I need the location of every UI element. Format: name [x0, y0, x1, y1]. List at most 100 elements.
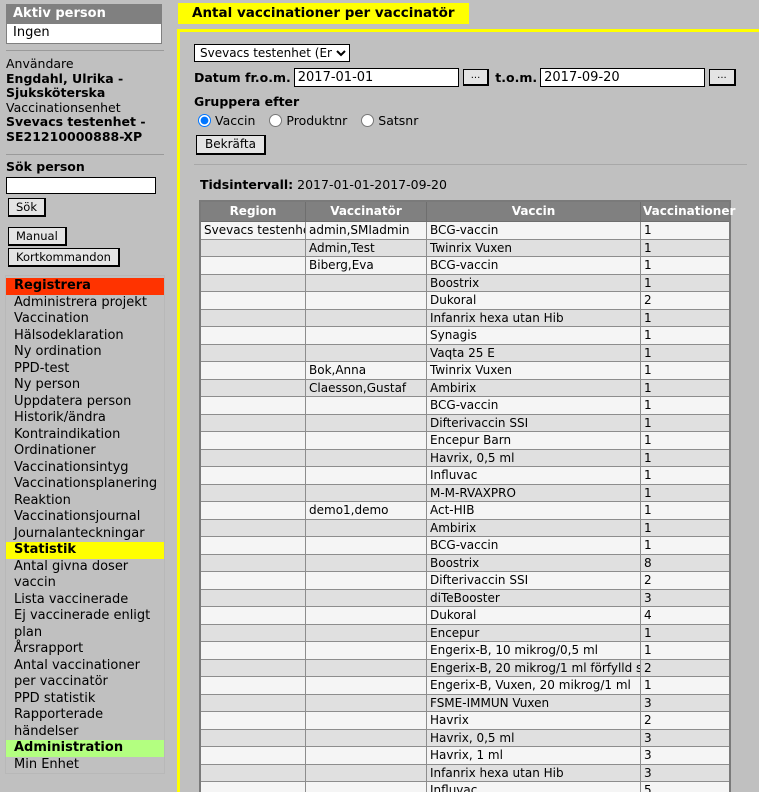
cell-vaccine: Havrix, 0,5 ml	[426, 728, 641, 747]
sidebar-item-vaccinationsplanering[interactable]: Vaccinationsplanering	[6, 476, 164, 493]
sidebar-item-statistik[interactable]: Statistik	[6, 542, 164, 559]
cell-vaccinations: 3	[640, 746, 731, 765]
cell-vaccine: Difterivaccin SSI	[426, 413, 641, 432]
sidebar-item-ordinationer[interactable]: Ordinationer	[6, 443, 164, 460]
sidebar-item-lista-vaccinerade[interactable]: Lista vaccinerade	[6, 592, 164, 609]
cell-vaccine: Infanrix hexa utan Hib	[426, 763, 641, 782]
table-row: Engerix-B, Vuxen, 20 mikrog/1 ml 1	[199, 676, 731, 695]
cell-vaccinator: Bok,Anna	[305, 361, 427, 380]
sidebar-item-hälsodeklaration[interactable]: Hälsodeklaration	[6, 328, 164, 345]
table-header-row: Region Vaccinatör Vaccin Vaccinationer	[199, 200, 735, 222]
sidebar-item-antal-vaccinationer-per-vaccinatör[interactable]: Antal vaccinationer per vaccinatör	[6, 658, 164, 691]
cell-vaccinations: 1	[640, 273, 731, 292]
sidebar-item-vaccinationsjournal[interactable]: Vaccinationsjournal	[6, 509, 164, 526]
cell-region	[199, 658, 306, 677]
cell-vaccinations: 3	[640, 728, 731, 747]
date-from-input[interactable]	[293, 68, 459, 87]
sidebar-item-uppdatera-person[interactable]: Uppdatera person	[6, 394, 164, 411]
group-by-label-vaccin[interactable]: Vaccin	[215, 113, 255, 128]
cell-vaccine: Boostrix	[426, 553, 641, 572]
cell-vaccinator	[305, 431, 427, 450]
cell-vaccinations: 5	[640, 781, 731, 792]
date-to-input[interactable]	[540, 68, 706, 87]
sidebar-item-ny-person[interactable]: Ny person	[6, 377, 164, 394]
column-header-vaccinator[interactable]: Vaccinatör	[305, 200, 427, 222]
cell-vaccinations: 1	[640, 396, 731, 415]
sidebar-item-vaccination[interactable]: Vaccination	[6, 311, 164, 328]
sidebar-item-rapporterade-händelser[interactable]: Rapporterade händelser	[6, 707, 164, 740]
submit-button[interactable]: Bekräfta	[196, 135, 266, 155]
cell-vaccinations: 1	[640, 256, 731, 275]
cell-region	[199, 693, 306, 712]
cell-region	[199, 466, 306, 485]
date-to-picker-button[interactable]: ...	[709, 69, 736, 86]
sidebar-item-min-enhet[interactable]: Min Enhet	[6, 757, 164, 774]
cell-vaccinator: Admin,Test	[305, 238, 427, 257]
cell-vaccinator	[305, 693, 427, 712]
app-window: Aktiv person Ingen Användare Engdahl, Ul…	[0, 0, 759, 792]
cell-vaccine: Twinrix Vuxen	[426, 238, 641, 257]
cell-region	[199, 641, 306, 660]
group-by-radio-satsnr[interactable]	[361, 114, 375, 127]
cell-vaccinations: 1	[640, 361, 731, 380]
unit-select[interactable]: Svevacs testenhet (Enhet)	[194, 44, 350, 62]
cell-region	[199, 361, 306, 380]
group-by-label: Gruppera efter	[194, 94, 300, 109]
sidebar-item-historik-ändra[interactable]: Historik/ändra	[6, 410, 164, 427]
table-row: Havrix, 1 ml 3	[199, 746, 731, 765]
sidebar-item-kontraindikation[interactable]: Kontraindikation	[6, 427, 164, 444]
sidebar-item-administrera-projekt[interactable]: Administrera projekt	[6, 295, 164, 312]
cell-vaccine: Havrix, 1 ml	[426, 746, 641, 765]
cell-vaccinations: 1	[640, 431, 731, 450]
sidebar: Aktiv person Ingen Användare Engdahl, Ul…	[0, 0, 170, 792]
cell-vaccinations: 1	[640, 536, 731, 555]
group-by-label-produktnr[interactable]: Produktnr	[286, 113, 347, 128]
cell-region	[199, 431, 306, 450]
cell-vaccinations: 1	[640, 326, 731, 345]
sidebar-item-journalanteckningar[interactable]: Journalanteckningar	[6, 526, 164, 543]
sidebar-item-registrera[interactable]: Registrera	[6, 278, 164, 295]
group-by-radio-vaccin[interactable]	[198, 114, 211, 127]
cell-vaccinator	[305, 291, 427, 310]
column-header-vaccine[interactable]: Vaccin	[426, 200, 641, 222]
divider	[6, 154, 164, 155]
cell-region	[199, 588, 306, 607]
shortcuts-button[interactable]: Kortkommandon	[8, 248, 120, 267]
search-button[interactable]: Sök	[8, 198, 46, 217]
table-row: Influvac 1	[199, 466, 731, 485]
manual-button[interactable]: Manual	[8, 227, 67, 246]
cell-vaccinator: demo1,demo	[305, 501, 427, 520]
cell-vaccinations: 1	[640, 623, 731, 642]
group-by-label-satsnr[interactable]: Satsnr	[378, 113, 418, 128]
column-header-vaccinations[interactable]: Vaccinationer	[640, 200, 735, 222]
sidebar-item-ny-ordination[interactable]: Ny ordination	[6, 344, 164, 361]
sidebar-item-ppd-test[interactable]: PPD-test	[6, 361, 164, 378]
cell-vaccinations: 1	[640, 501, 731, 520]
sidebar-item-årsrapport[interactable]: Årsrapport	[6, 641, 164, 658]
sidebar-item-ppd-statistik[interactable]: PPD statistik	[6, 691, 164, 708]
active-person-value: Ingen	[7, 23, 161, 43]
column-header-region[interactable]: Region	[199, 200, 306, 222]
table-row: Havrix 2	[199, 711, 731, 730]
cell-region	[199, 256, 306, 275]
sidebar-item-ej-vaccinerade-enligt-plan[interactable]: Ej vaccinerade enligt plan	[6, 608, 164, 641]
date-from-label: Datum fr.o.m.	[194, 70, 291, 85]
cell-vaccinations: 1	[640, 676, 731, 695]
cell-region	[199, 781, 306, 792]
cell-vaccinator	[305, 343, 427, 362]
cell-vaccinator	[305, 781, 427, 792]
group-by-radio-produktnr[interactable]	[269, 114, 283, 127]
time-interval: Tidsintervall: 2017-01-01-2017-09-20	[200, 177, 759, 192]
cell-region	[199, 326, 306, 345]
cell-region	[199, 483, 306, 502]
sidebar-item-reaktion[interactable]: Reaktion	[6, 493, 164, 510]
sidebar-item-administration[interactable]: Administration	[6, 740, 164, 757]
date-from-picker-button[interactable]: ...	[462, 69, 490, 86]
sidebar-item-antal-givna-doser-vaccin[interactable]: Antal givna doser vaccin	[6, 559, 164, 592]
cell-vaccine: Engerix-B, 20 mikrog/1 ml förfylld sprut…	[426, 658, 641, 677]
sidebar-item-vaccinationsintyg[interactable]: Vaccinationsintyg	[6, 460, 164, 477]
table-row: Admin,Test Twinrix Vuxen 1	[199, 238, 731, 257]
search-person-input[interactable]	[6, 177, 156, 194]
cell-region	[199, 238, 306, 257]
navigation-menu: Registrera Administrera projekt Vaccinatio…	[5, 275, 165, 774]
